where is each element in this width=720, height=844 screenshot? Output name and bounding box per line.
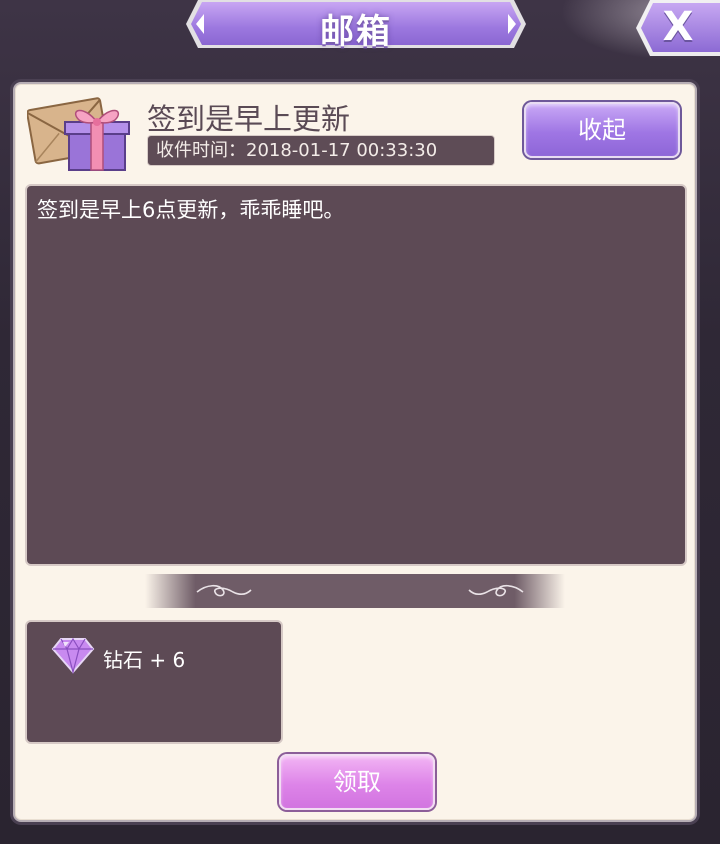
close-button[interactable]: X: [636, 0, 720, 56]
mail-body-text: 签到是早上6点更新，乖乖睡吧。: [37, 198, 345, 222]
ornament-divider: [145, 574, 565, 608]
mail-body-box: 签到是早上6点更新，乖乖睡吧。: [25, 184, 687, 566]
attachment-box: 钻石 + 6: [25, 620, 283, 744]
claim-button[interactable]: 领取: [279, 754, 435, 810]
flourish-left-icon: [196, 584, 252, 597]
title-banner: 邮箱: [186, 0, 526, 52]
flourish-right-icon: [468, 584, 524, 597]
mail-subject: 签到是早上更新: [147, 102, 351, 136]
gift-mail-icon: [27, 97, 130, 171]
mail-panel: 签到是早上更新 收件时间：2018-01-17 00:33:30 收起 签到是早…: [13, 82, 697, 822]
attachment-label: 钻石 + 6: [103, 648, 186, 672]
close-icon: X: [662, 4, 694, 50]
diamond-icon: [51, 637, 95, 674]
page-title: 邮箱: [320, 12, 392, 52]
received-time: 收件时间：2018-01-17 00:33:30: [147, 135, 495, 166]
collapse-button[interactable]: 收起: [524, 102, 680, 158]
